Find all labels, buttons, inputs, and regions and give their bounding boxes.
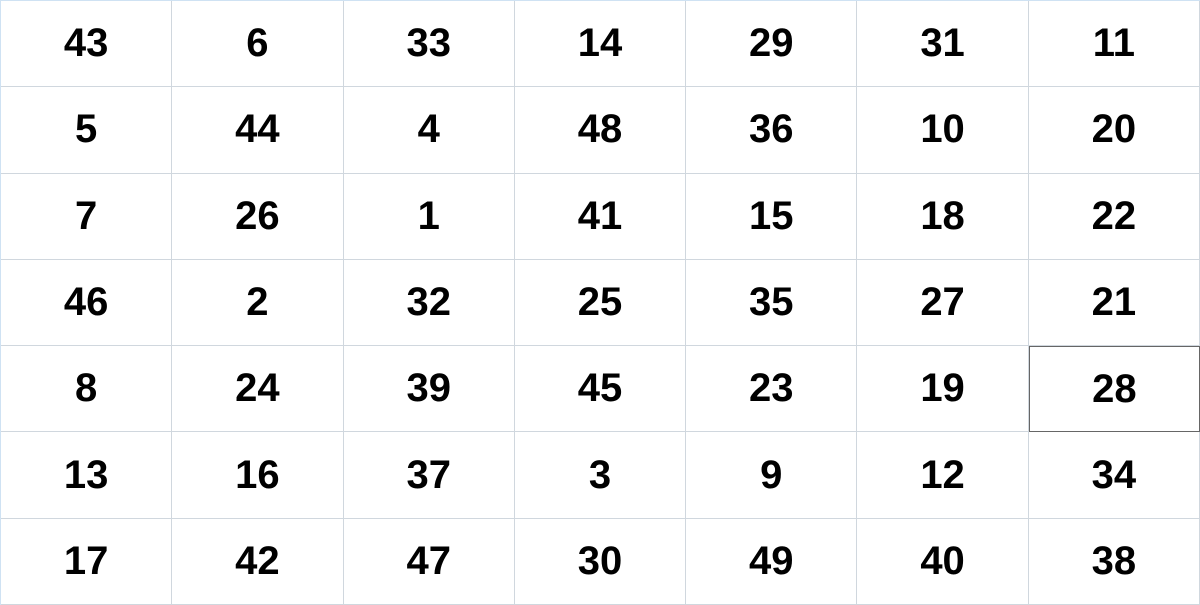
grid-cell[interactable]: 2 — [172, 260, 343, 346]
grid-cell[interactable]: 33 — [344, 1, 515, 87]
grid-cell[interactable]: 44 — [172, 87, 343, 173]
grid-cell[interactable]: 27 — [857, 260, 1028, 346]
grid-cell[interactable]: 46 — [1, 260, 172, 346]
number-grid: 43 6 33 14 29 31 11 5 44 4 48 36 10 20 7… — [0, 0, 1200, 605]
grid-cell[interactable]: 34 — [1029, 432, 1200, 518]
grid-cell[interactable]: 19 — [857, 346, 1028, 432]
grid-cell[interactable]: 1 — [344, 174, 515, 260]
grid-cell[interactable]: 20 — [1029, 87, 1200, 173]
grid-cell[interactable]: 13 — [1, 432, 172, 518]
grid-cell[interactable]: 22 — [1029, 174, 1200, 260]
grid-cell[interactable]: 24 — [172, 346, 343, 432]
grid-cell[interactable]: 49 — [686, 519, 857, 605]
grid-cell[interactable]: 37 — [344, 432, 515, 518]
grid-cell[interactable]: 11 — [1029, 1, 1200, 87]
grid-cell[interactable]: 23 — [686, 346, 857, 432]
grid-cell[interactable]: 30 — [515, 519, 686, 605]
grid-cell[interactable]: 43 — [1, 1, 172, 87]
grid-cell[interactable]: 47 — [344, 519, 515, 605]
grid-cell[interactable]: 32 — [344, 260, 515, 346]
grid-cell[interactable]: 31 — [857, 1, 1028, 87]
grid-cell[interactable]: 25 — [515, 260, 686, 346]
grid-cell[interactable]: 16 — [172, 432, 343, 518]
grid-cell[interactable]: 5 — [1, 87, 172, 173]
grid-cell[interactable]: 45 — [515, 346, 686, 432]
grid-cell[interactable]: 3 — [515, 432, 686, 518]
grid-cell[interactable]: 15 — [686, 174, 857, 260]
grid-cell[interactable]: 38 — [1029, 519, 1200, 605]
grid-cell[interactable]: 39 — [344, 346, 515, 432]
grid-cell[interactable]: 35 — [686, 260, 857, 346]
grid-cell[interactable]: 28 — [1029, 346, 1200, 432]
grid-cell[interactable]: 10 — [857, 87, 1028, 173]
grid-cell[interactable]: 26 — [172, 174, 343, 260]
grid-cell[interactable]: 21 — [1029, 260, 1200, 346]
grid-cell[interactable]: 17 — [1, 519, 172, 605]
grid-cell[interactable]: 41 — [515, 174, 686, 260]
grid-cell[interactable]: 40 — [857, 519, 1028, 605]
grid-cell[interactable]: 4 — [344, 87, 515, 173]
grid-cell[interactable]: 42 — [172, 519, 343, 605]
grid-cell[interactable]: 14 — [515, 1, 686, 87]
grid-cell[interactable]: 8 — [1, 346, 172, 432]
grid-cell[interactable]: 9 — [686, 432, 857, 518]
grid-cell[interactable]: 18 — [857, 174, 1028, 260]
grid-cell[interactable]: 12 — [857, 432, 1028, 518]
grid-cell[interactable]: 48 — [515, 87, 686, 173]
grid-cell[interactable]: 7 — [1, 174, 172, 260]
grid-cell[interactable]: 6 — [172, 1, 343, 87]
grid-cell[interactable]: 29 — [686, 1, 857, 87]
grid-cell[interactable]: 36 — [686, 87, 857, 173]
